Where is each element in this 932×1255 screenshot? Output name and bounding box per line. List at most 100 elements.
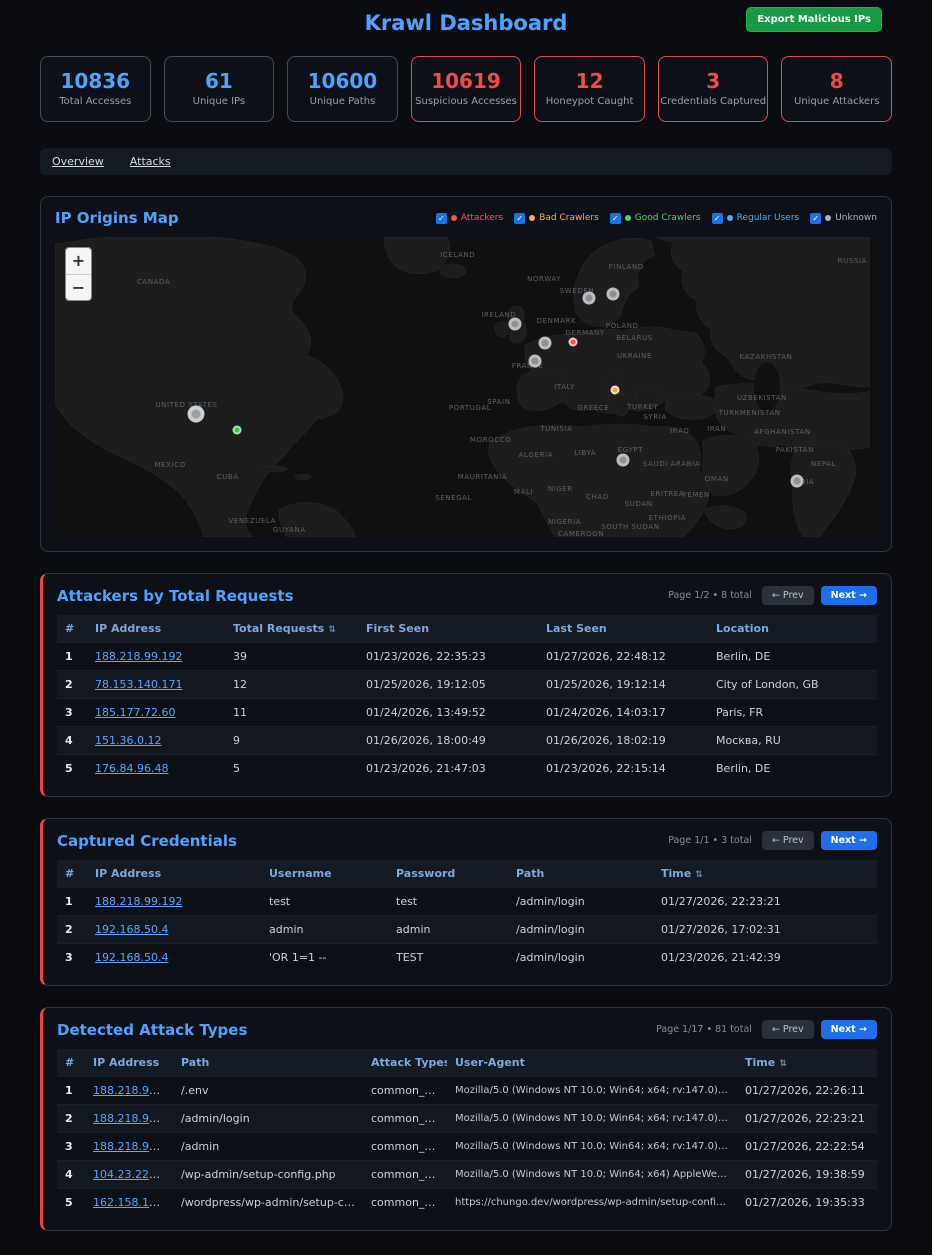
- tab-link[interactable]: Attacks: [130, 155, 171, 168]
- time-cell: 01/27/2026, 22:23:21: [737, 1105, 877, 1133]
- time-cell: 01/27/2026, 19:38:59: [737, 1161, 877, 1189]
- attackers-panel: Attackers by Total Requests Page 1/2 • 8…: [40, 573, 892, 797]
- map-country-label: MOROCCO: [470, 436, 511, 444]
- first-seen-cell: 01/25/2026, 19:12:05: [358, 671, 538, 699]
- ip-address-link[interactable]: 188.218.99.192: [95, 895, 182, 908]
- map-country-label: ETHIOPIA: [649, 514, 686, 522]
- map-country-label: MAURITANIA: [458, 473, 508, 481]
- column-header: Path: [173, 1049, 363, 1077]
- legend-checkbox-icon[interactable]: ✓: [712, 213, 723, 224]
- map-marker[interactable]: [529, 354, 542, 367]
- attack-types-panel: Detected Attack Types Page 1/17 • 81 tot…: [40, 1007, 892, 1231]
- map-marker[interactable]: [509, 318, 522, 331]
- credential-row: 3 192.168.50.4 'OR 1=1 -- TEST /admin/lo…: [57, 944, 877, 972]
- ip-address-link[interactable]: 192.168.50.4: [95, 923, 168, 936]
- map-country-label: BELARUS: [616, 334, 653, 342]
- ip-address-link[interactable]: 188.218.99.192: [93, 1140, 173, 1153]
- ip-address-link[interactable]: 192.168.50.4: [95, 951, 168, 964]
- stat-card: 10619 Suspicious Accesses: [411, 56, 522, 122]
- map-legend-item[interactable]: ✓ Good Crawlers: [610, 213, 701, 224]
- sort-icon[interactable]: ⇅: [779, 1059, 787, 1069]
- column-header: Total Requests⇅: [225, 615, 358, 643]
- map-country-label: DENMARK: [537, 317, 577, 325]
- sort-icon[interactable]: ⇅: [328, 625, 336, 635]
- column-header: IP Address: [87, 615, 225, 643]
- last-seen-cell: 01/24/2026, 14:03:17: [538, 699, 708, 727]
- user-agent-cell: Mozilla/5.0 (Windows NT 10.0; Win64; x64…: [447, 1105, 737, 1133]
- path-cell: /admin/login: [508, 916, 653, 944]
- map-country-label: IRAN: [707, 425, 726, 433]
- map-country-label: ICELAND: [440, 251, 475, 259]
- map-marker[interactable]: [583, 291, 596, 304]
- attack-types-panel-title: Detected Attack Types: [57, 1021, 247, 1039]
- ip-address-link[interactable]: 188.218.99.192: [95, 650, 182, 663]
- row-number: 2: [57, 1105, 85, 1133]
- ip-address-link[interactable]: 78.153.140.171: [95, 678, 182, 691]
- attack-type-row: 5 162.158.182.104 /wordpress/wp-admin/se…: [57, 1189, 877, 1217]
- tab-link[interactable]: Overview: [52, 155, 104, 168]
- path-cell: /wp-admin/setup-config.php: [173, 1161, 363, 1189]
- ip-address-link[interactable]: 104.23.223.128: [93, 1168, 173, 1181]
- ip-address-link[interactable]: 188.218.99.192: [93, 1112, 173, 1125]
- row-number: 2: [57, 671, 87, 699]
- map-legend-item[interactable]: ✓ Attackers: [436, 213, 503, 224]
- prev-page-button[interactable]: ← Prev: [762, 1020, 814, 1039]
- map-country-label: SYRIA: [643, 413, 666, 421]
- pager-info: Page 1/1 • 3 total: [668, 835, 752, 846]
- dashboard-page: Krawl Dashboard Export Malicious IPs 108…: [0, 0, 932, 1255]
- map-marker[interactable]: [791, 474, 804, 487]
- stat-card: 10600 Unique Paths: [287, 56, 398, 122]
- map-country-label: MEXICO: [154, 461, 185, 469]
- ip-address-link[interactable]: 151.36.0.12: [95, 734, 161, 747]
- ip-address-link[interactable]: 185.177.72.60: [95, 706, 175, 719]
- map-legend-item[interactable]: ✓ Regular Users: [712, 213, 800, 224]
- map-legend-item[interactable]: ✓ Unknown: [810, 213, 877, 224]
- map-legend-item[interactable]: ✓ Bad Crawlers: [514, 213, 599, 224]
- map-marker[interactable]: [607, 288, 620, 301]
- zoom-out-button[interactable]: −: [66, 274, 91, 300]
- legend-checkbox-icon[interactable]: ✓: [436, 213, 447, 224]
- map-country-label: SENEGAL: [435, 494, 472, 502]
- row-number: 2: [57, 916, 87, 944]
- map-country-label: IRAQ: [670, 427, 689, 435]
- export-malicious-ips-button[interactable]: Export Malicious IPs: [746, 7, 882, 32]
- row-number: 4: [57, 727, 87, 755]
- map-marker[interactable]: [610, 386, 619, 395]
- legend-checkbox-icon[interactable]: ✓: [810, 213, 821, 224]
- map-canvas[interactable]: CANADA ICELAND NORWAY SWEDEN FINLAND RUS…: [55, 237, 877, 537]
- next-page-button[interactable]: Next →: [821, 586, 877, 605]
- column-header: Time⇅: [653, 860, 877, 888]
- map-marker[interactable]: [568, 338, 577, 347]
- map-country-label: NORWAY: [527, 275, 561, 283]
- header: Krawl Dashboard Export Malicious IPs: [40, 0, 892, 46]
- column-header: IP Address: [87, 860, 261, 888]
- map-marker[interactable]: [232, 425, 241, 434]
- user-agent-cell: Mozilla/5.0 (Windows NT 10.0; Win64; x64…: [447, 1133, 737, 1161]
- last-seen-cell: 01/27/2026, 22:48:12: [538, 643, 708, 671]
- map-country-label: MALI: [514, 488, 533, 496]
- ip-address-link[interactable]: 176.84.96.48: [95, 762, 168, 775]
- map-marker[interactable]: [538, 336, 551, 349]
- map-country-label: CUBA: [217, 473, 239, 481]
- column-header: Attack Types: [363, 1049, 447, 1077]
- map-country-label: NIGER: [548, 485, 573, 493]
- map-marker[interactable]: [617, 453, 630, 466]
- legend-checkbox-icon[interactable]: ✓: [610, 213, 621, 224]
- legend-checkbox-icon[interactable]: ✓: [514, 213, 525, 224]
- prev-page-button[interactable]: ← Prev: [762, 586, 814, 605]
- ip-address-link[interactable]: 162.158.182.104: [93, 1196, 173, 1209]
- path-cell: /admin/login: [508, 944, 653, 972]
- legend-dot-icon: [451, 215, 457, 221]
- zoom-in-button[interactable]: +: [66, 248, 91, 274]
- first-seen-cell: 01/24/2026, 13:49:52: [358, 699, 538, 727]
- stat-label: Suspicious Accesses: [415, 96, 517, 107]
- row-number: 5: [57, 755, 87, 783]
- ip-address-link[interactable]: 188.218.99.192: [93, 1084, 173, 1097]
- next-page-button[interactable]: Next →: [821, 1020, 877, 1039]
- user-agent-cell: Mozilla/5.0 (Windows NT 10.0; Win64; x64…: [447, 1161, 737, 1189]
- sort-icon[interactable]: ⇅: [695, 870, 703, 880]
- time-cell: 01/23/2026, 21:42:39: [653, 944, 877, 972]
- prev-page-button[interactable]: ← Prev: [762, 831, 814, 850]
- map-marker[interactable]: [187, 406, 204, 423]
- next-page-button[interactable]: Next →: [821, 831, 877, 850]
